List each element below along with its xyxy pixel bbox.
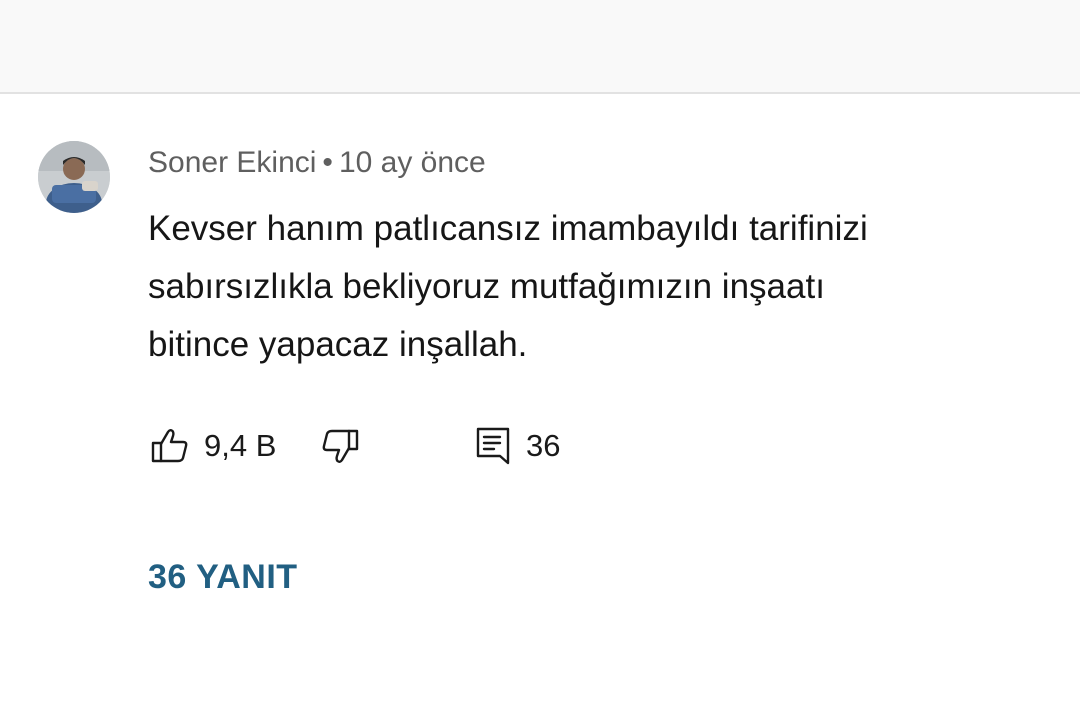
like-count: 9,4 B (204, 428, 277, 463)
comment-text-line: sabırsızlıkla bekliyoruz mutfağımızın in… (148, 267, 825, 306)
author-name[interactable]: Soner Ekinci (148, 146, 316, 179)
thumbs-up-icon (150, 426, 190, 466)
thumbs-down-icon (320, 426, 360, 466)
comment-text: Kevser hanım patlıcansız imambayıldı tar… (148, 200, 1048, 374)
like-button[interactable]: 9,4 B (150, 422, 276, 470)
top-background (0, 0, 1080, 92)
view-replies-button[interactable]: 36 YANIT (148, 558, 298, 597)
divider (0, 92, 1080, 94)
comment-meta: Soner Ekinci • 10 ay önce (148, 143, 486, 183)
avatar[interactable] (38, 141, 110, 213)
dislike-button[interactable] (320, 422, 360, 470)
comment-time: 10 ay önce (338, 146, 486, 179)
reply-button[interactable]: 36 (474, 422, 560, 470)
meta-separator: • (322, 146, 333, 179)
comment-icon (474, 425, 512, 467)
comment-text-line: bitince yapacaz inşallah. (148, 325, 528, 364)
reply-count: 36 (526, 428, 561, 463)
comment-text-line: Kevser hanım patlıcansız imambayıldı tar… (148, 209, 868, 248)
